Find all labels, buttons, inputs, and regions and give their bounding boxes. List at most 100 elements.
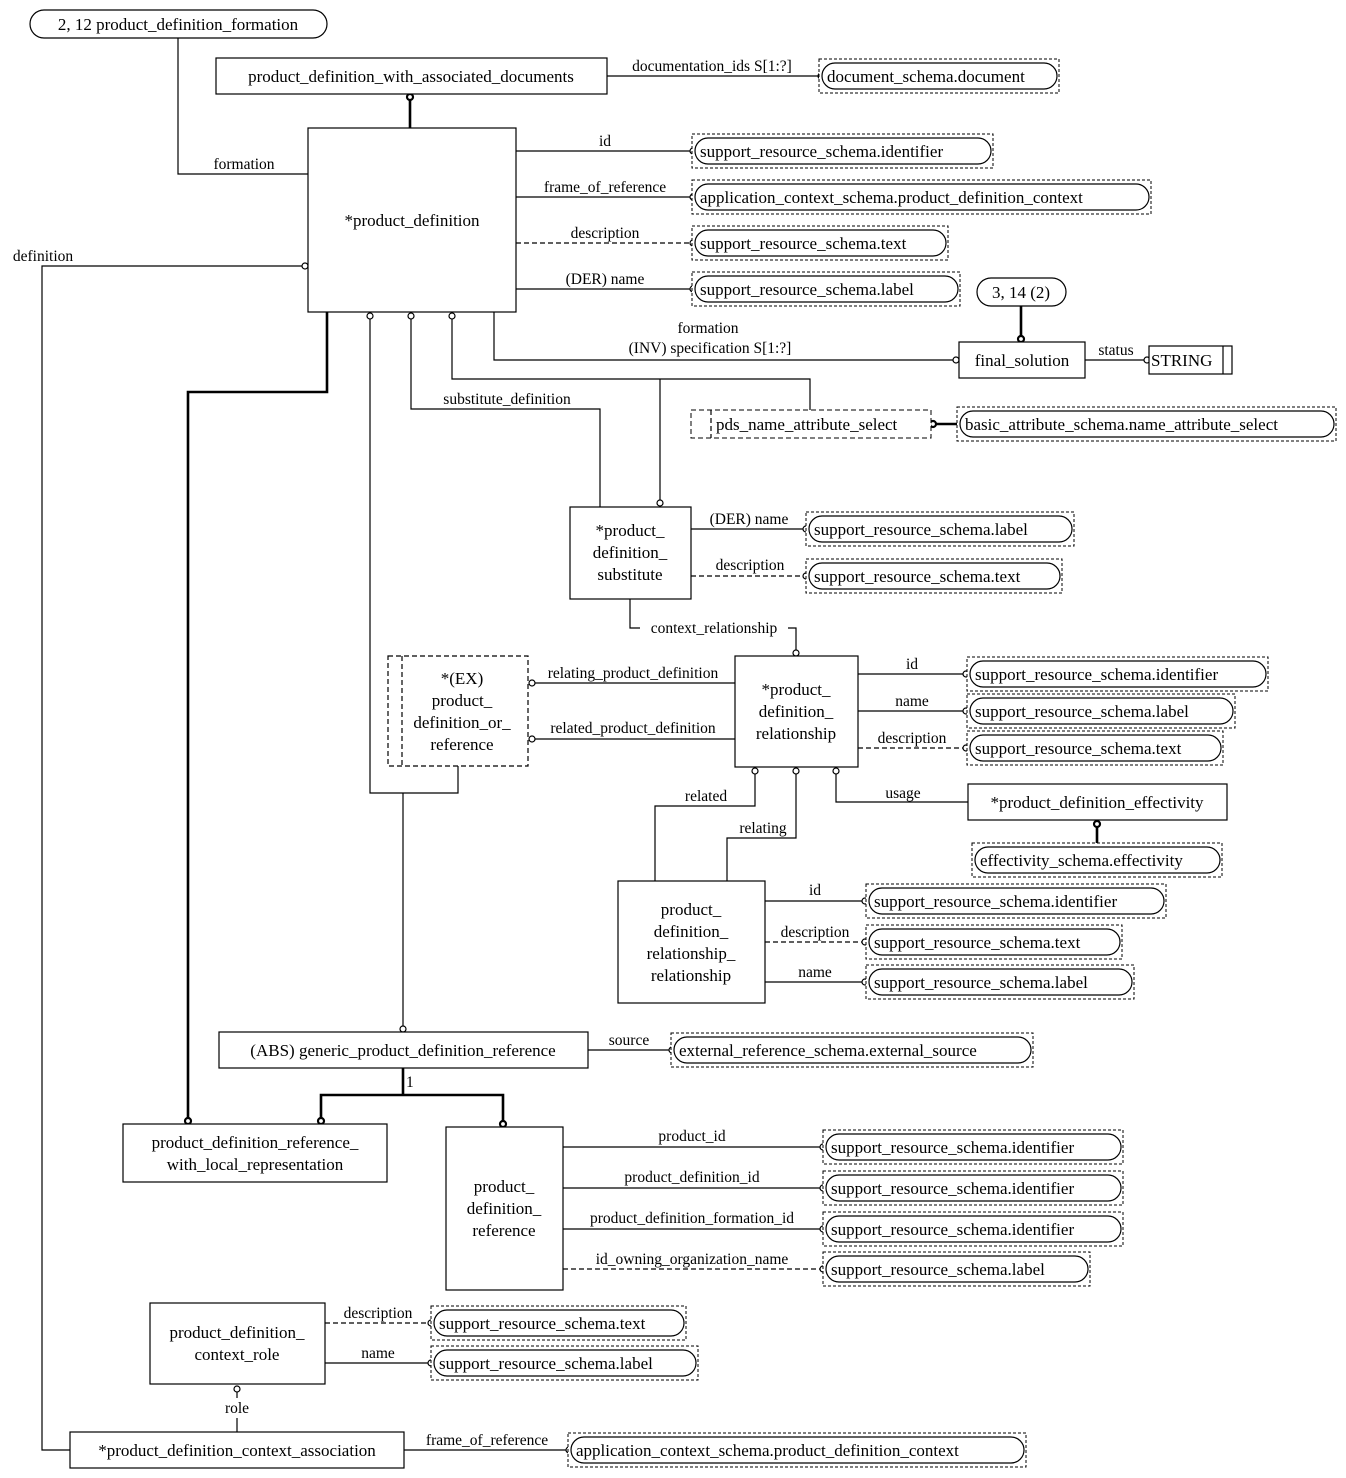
- ext-type-label: support_resource_schema.label: [439, 1354, 653, 1373]
- ext-pdr-text[interactable]: support_resource_schema.text: [966, 730, 1224, 766]
- ext-sub-label[interactable]: support_resource_schema.label: [805, 511, 1075, 547]
- entity-label-line: context_role: [195, 1345, 280, 1364]
- entity-label-line: substitute: [597, 565, 662, 584]
- entity-pd-context-role[interactable]: product_definition_ context_role: [149, 1302, 326, 1385]
- ext-role-label[interactable]: support_resource_schema.label: [430, 1345, 699, 1381]
- ext-pdf-id[interactable]: support_resource_schema.identifier: [822, 1211, 1124, 1247]
- entity-pd-reference[interactable]: product_ definition_ reference: [445, 1126, 564, 1291]
- entity-label-line: product_: [474, 1177, 535, 1196]
- ext-type-label: support_resource_schema.identifier: [975, 665, 1218, 684]
- ext-pdr-label[interactable]: support_resource_schema.label: [966, 693, 1236, 729]
- entity-pd-context-association[interactable]: *product_definition_context_association: [69, 1431, 405, 1469]
- relation-end-circle: [407, 312, 415, 320]
- relation-label: formation: [677, 320, 738, 337]
- entity-label-line: product_definition_reference_: [152, 1133, 359, 1152]
- ext-type-label: document_schema.document: [827, 67, 1025, 86]
- ext-type-label: support_resource_schema.text: [814, 567, 1021, 586]
- ext-pdrr-text[interactable]: support_resource_schema.text: [865, 924, 1123, 960]
- relation-label: name: [895, 693, 929, 710]
- relation-end-circle: [656, 499, 664, 507]
- ext-name-attribute-select[interactable]: basic_attribute_schema.name_attribute_se…: [956, 406, 1337, 442]
- relation-label: id: [906, 656, 918, 673]
- relation-label: status: [1098, 342, 1133, 359]
- entity-label-line: product_: [432, 691, 493, 710]
- entity-pd-relationship[interactable]: *product_ definition_ relationship: [734, 655, 859, 768]
- relation-label: product_definition_formation_id: [590, 1210, 794, 1227]
- type-label: STRING: [1151, 351, 1212, 370]
- relation-label: frame_of_reference: [426, 1432, 548, 1449]
- page-ref-pdf-formation[interactable]: 2, 12 product_definition_formation: [29, 9, 328, 39]
- relation-end-circle: [792, 767, 800, 775]
- ext-pdrr-label[interactable]: support_resource_schema.label: [865, 964, 1135, 1000]
- entity-label-line: product_: [661, 900, 722, 919]
- relation-label: definition: [13, 248, 74, 265]
- relation-end-circle: [301, 262, 309, 270]
- entity-pdr-relationship[interactable]: product_ definition_ relationship_ relat…: [617, 880, 766, 1004]
- relation-label: id: [599, 133, 611, 150]
- relation-label: id_owning_organization_name: [596, 1251, 789, 1268]
- ext-type-label: support_resource_schema.identifier: [874, 892, 1117, 911]
- ext-pd-id[interactable]: support_resource_schema.identifier: [822, 1170, 1124, 1206]
- relation-label: description: [344, 1305, 413, 1322]
- entity-label-line: relationship: [756, 724, 836, 743]
- entity-pdr-with-local-representation[interactable]: product_definition_reference_ with_local…: [122, 1123, 388, 1183]
- relation-end-circle: [952, 356, 960, 364]
- ext-pd-identifier[interactable]: support_resource_schema.identifier: [691, 133, 994, 169]
- ext-type-label: effectivity_schema.effectivity: [980, 851, 1183, 870]
- entity-label-line: definition_: [593, 543, 668, 562]
- entity-generic-pdr[interactable]: (ABS) generic_product_definition_referen…: [218, 1031, 589, 1069]
- relation-label: (DER) name: [710, 511, 789, 528]
- ext-pdrr-identifier[interactable]: support_resource_schema.identifier: [865, 883, 1167, 919]
- subtype-end-circle: [316, 1116, 326, 1126]
- ext-role-text[interactable]: support_resource_schema.text: [430, 1305, 687, 1341]
- entity-label-line: relationship_: [647, 944, 736, 963]
- relation-label: description: [571, 225, 640, 242]
- ext-external-source[interactable]: external_reference_schema.external_sourc…: [670, 1032, 1034, 1068]
- entity-label-line: definition_: [654, 922, 729, 941]
- relation-label: formation: [213, 156, 274, 173]
- subtype-end-circle: [1092, 819, 1102, 829]
- ext-pd-text[interactable]: support_resource_schema.text: [691, 225, 949, 261]
- subtype-tree-branch: [319, 1093, 505, 1121]
- ext-effectivity[interactable]: effectivity_schema.effectivity: [971, 842, 1223, 878]
- entity-label-line: relationship: [651, 966, 731, 985]
- subtype-end-circle: [498, 1119, 508, 1129]
- relation-end-circle: [399, 1025, 407, 1033]
- page-ref-final-solution[interactable]: 3, 14 (2): [976, 277, 1067, 307]
- relation-label: frame_of_reference: [544, 179, 666, 196]
- ext-pd-context[interactable]: application_context_schema.product_defin…: [691, 179, 1152, 215]
- entity-pd-substitute[interactable]: *product_ definition_ substitute: [569, 506, 692, 600]
- ext-product-id[interactable]: support_resource_schema.identifier: [822, 1129, 1124, 1165]
- ext-type-label: application_context_schema.product_defin…: [576, 1441, 959, 1460]
- entity-label-line: reference: [430, 735, 493, 754]
- ext-type-label: support_resource_schema.identifier: [831, 1138, 1074, 1157]
- page-ref-label: 2, 12 product_definition_formation: [58, 15, 299, 34]
- select-pds-name-attribute[interactable]: pds_name_attribute_select: [690, 409, 932, 439]
- ext-type-label: support_resource_schema.label: [975, 702, 1189, 721]
- entity-product-definition[interactable]: *product_definition: [307, 127, 517, 313]
- entity-final-solution[interactable]: final_solution: [958, 341, 1086, 379]
- ext-assoc-pd-context[interactable]: application_context_schema.product_defin…: [567, 1432, 1027, 1468]
- cardinality-label: 1: [406, 1074, 414, 1091]
- definition-line: [41, 265, 302, 1451]
- subtype-end-circle: [1016, 334, 1026, 344]
- ext-owning-org-label[interactable]: support_resource_schema.label: [822, 1251, 1091, 1287]
- ext-document[interactable]: document_schema.document: [818, 58, 1060, 94]
- relation-end-circle: [528, 679, 536, 687]
- relation-end-circle: [792, 649, 800, 657]
- ext-type-label: support_resource_schema.label: [874, 973, 1088, 992]
- entity-label: *product_definition: [344, 211, 480, 230]
- relation-label: product_definition_id: [624, 1169, 759, 1186]
- relation-label: (DER) name: [566, 271, 645, 288]
- relation-label: relating: [739, 820, 787, 837]
- type-string[interactable]: STRING: [1148, 345, 1233, 375]
- ext-pdr-identifier[interactable]: support_resource_schema.identifier: [966, 656, 1269, 692]
- entity-pd-with-associated-documents[interactable]: product_definition_with_associated_docum…: [215, 57, 608, 95]
- relation-label: description: [716, 557, 785, 574]
- select-pd-or-reference[interactable]: *(EX) product_ definition_or_ reference: [387, 655, 529, 767]
- relation-label: related: [685, 788, 727, 805]
- ext-type-label: support_resource_schema.identifier: [831, 1220, 1074, 1239]
- ext-sub-text[interactable]: support_resource_schema.text: [805, 558, 1063, 594]
- entity-pd-effectivity[interactable]: *product_definition_effectivity: [967, 783, 1228, 821]
- ext-pd-label[interactable]: support_resource_schema.label: [691, 271, 961, 307]
